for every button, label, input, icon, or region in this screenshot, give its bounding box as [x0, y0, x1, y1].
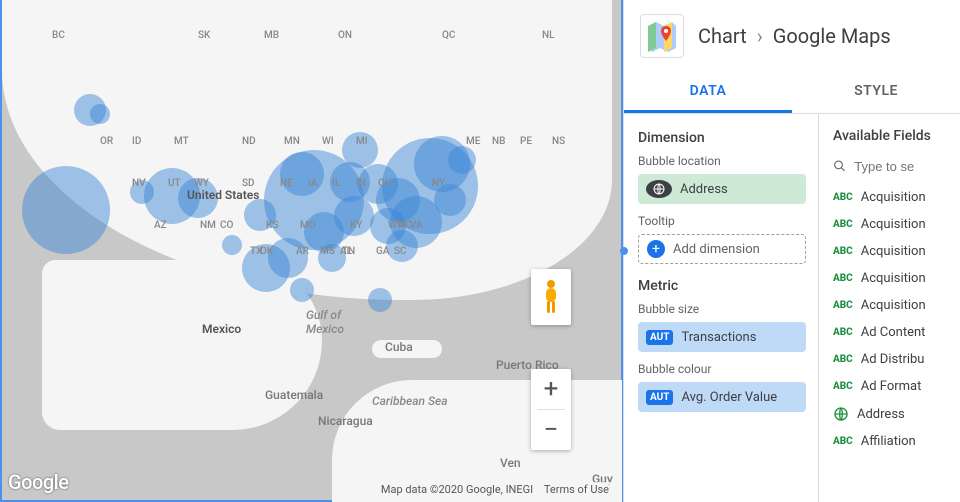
aut-chip: AUT: [646, 390, 673, 405]
breadcrumb-current: Google Maps: [773, 24, 891, 48]
abc-chip: ABC: [833, 381, 853, 392]
field-label: Acquisition: [861, 217, 926, 232]
dimension-pill-address[interactable]: Address: [638, 174, 806, 204]
field-row[interactable]: ABC Acquisition: [829, 292, 960, 319]
tooltip-heading: Tooltip: [638, 214, 806, 228]
map-attribution: Map data ©2020 Google, INEGI Terms of Us…: [373, 482, 617, 497]
map-bubble[interactable]: [334, 196, 374, 236]
abc-chip: ABC: [833, 192, 853, 203]
available-fields-heading: Available Fields: [829, 128, 960, 154]
field-label: Ad Content: [861, 325, 926, 340]
tab-bar: DATA STYLE: [624, 72, 960, 114]
field-row[interactable]: ABC Ad Format: [829, 373, 960, 400]
field-row[interactable]: ABC Affiliation: [829, 428, 960, 455]
add-dimension-label: Add dimension: [673, 242, 760, 257]
abc-chip: ABC: [833, 354, 853, 365]
field-row[interactable]: Address: [829, 400, 960, 428]
field-label: Acquisition: [861, 271, 926, 286]
map-canvas[interactable]: BCSKMBONQCNLORIDMTNDMNWIMINBPENSMENVUTWY…: [2, 0, 621, 500]
map-bubble[interactable]: [22, 166, 110, 254]
map-bubble[interactable]: [90, 104, 110, 124]
field-row[interactable]: ABC Acquisition: [829, 238, 960, 265]
attrib-data: Map data ©2020 Google, INEGI: [377, 483, 537, 496]
resize-handle-right[interactable]: [620, 247, 628, 255]
pegman-icon: [540, 279, 562, 315]
field-search: [829, 154, 960, 184]
abc-chip: ABC: [833, 300, 853, 311]
zoom-control: + −: [531, 369, 571, 450]
metric-size-label: Transactions: [681, 330, 756, 345]
field-row[interactable]: ABC Acquisition: [829, 211, 960, 238]
metric-heading: Metric: [638, 278, 806, 294]
abc-chip: ABC: [833, 273, 853, 284]
metric-pill-size[interactable]: AUT Transactions: [638, 322, 806, 352]
field-label: Acquisition: [861, 298, 926, 313]
zoom-out-button[interactable]: −: [531, 410, 571, 450]
map-bubble[interactable]: [178, 178, 218, 218]
abc-chip: ABC: [833, 436, 853, 447]
abc-chip: ABC: [833, 219, 853, 230]
zoom-in-button[interactable]: +: [531, 369, 571, 409]
map-bubble[interactable]: [448, 146, 476, 174]
add-dimension-button[interactable]: + Add dimension: [638, 234, 806, 264]
map-bubble[interactable]: [290, 278, 314, 302]
google-maps-icon: [646, 20, 678, 52]
globe-icon: [646, 180, 672, 198]
field-label: Acquisition: [861, 190, 926, 205]
chart-type-icon[interactable]: [640, 14, 684, 58]
abc-chip: ABC: [833, 246, 853, 257]
metric-pill-colour[interactable]: AUT Avg. Order Value: [638, 382, 806, 412]
field-label: Acquisition: [861, 244, 926, 259]
field-row[interactable]: ABC Acquisition: [829, 184, 960, 211]
attrib-terms[interactable]: Terms of Use: [540, 483, 613, 496]
bubble-size-heading: Bubble size: [638, 302, 806, 316]
search-icon: [833, 158, 846, 174]
available-fields-column: Available Fields ABC Acquisition ABC Acquis…: [819, 114, 960, 502]
sidebar-header: Chart › Google Maps: [624, 0, 960, 72]
field-row[interactable]: ABC Acquisition: [829, 265, 960, 292]
globe-icon: [833, 406, 849, 422]
breadcrumb-chart[interactable]: Chart: [698, 24, 747, 48]
tab-style[interactable]: STYLE: [792, 72, 960, 113]
breadcrumb: Chart › Google Maps: [698, 24, 891, 48]
field-row[interactable]: ABC Ad Content: [829, 319, 960, 346]
dimension-label: Address: [680, 182, 728, 197]
map-bubble[interactable]: [368, 288, 392, 312]
field-label: Ad Format: [861, 379, 922, 394]
abc-chip: ABC: [833, 327, 853, 338]
plus-icon: +: [647, 240, 665, 258]
field-search-input[interactable]: [854, 159, 956, 174]
bubble-colour-heading: Bubble colour: [638, 362, 806, 376]
fields-list: ABC Acquisition ABC Acquisition ABC Acquisiti…: [829, 184, 960, 455]
map-pane: BCSKMBONQCNLORIDMTNDMNWIMINBPENSMENVUTWY…: [0, 0, 623, 502]
dimension-heading: Dimension: [638, 130, 806, 146]
map-bubble[interactable]: [318, 244, 346, 272]
metric-colour-label: Avg. Order Value: [681, 390, 777, 405]
field-label: Ad Distribu: [861, 352, 925, 367]
map-bubble[interactable]: [342, 132, 378, 168]
map-bubble[interactable]: [222, 235, 242, 255]
field-row[interactable]: ABC Ad Distribu: [829, 346, 960, 373]
map-bubble[interactable]: [434, 184, 466, 216]
bubble-location-heading: Bubble location: [638, 154, 806, 168]
map-selection-border: BCSKMBONQCNLORIDMTNDMNWIMINBPENSMENVUTWY…: [0, 0, 623, 502]
config-column: Dimension Bubble location Address Toolti…: [624, 114, 819, 502]
aut-chip: AUT: [646, 330, 673, 345]
pegman-button[interactable]: [531, 269, 571, 325]
field-label: Address: [857, 407, 905, 422]
chevron-right-icon: ›: [757, 24, 763, 48]
properties-sidebar: Chart › Google Maps DATA STYLE Dimension…: [623, 0, 960, 502]
google-logo: Google: [8, 470, 68, 494]
field-label: Affiliation: [861, 434, 916, 449]
tab-data[interactable]: DATA: [624, 72, 792, 113]
